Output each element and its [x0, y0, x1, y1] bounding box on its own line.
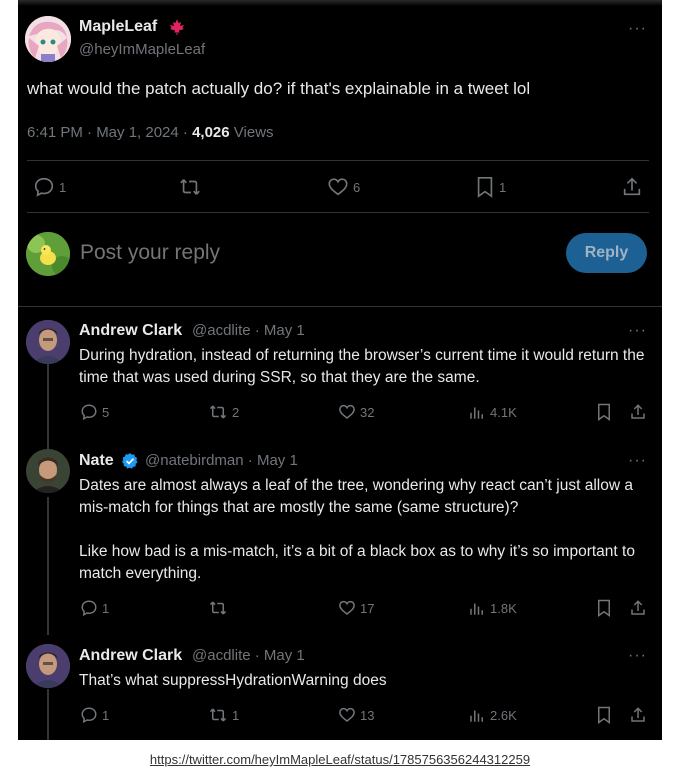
thread-line [47, 689, 49, 740]
bookmark-icon [598, 599, 610, 617]
more-options-icon[interactable]: ··· [628, 453, 647, 469]
like-count: 17 [360, 600, 375, 616]
my-avatar[interactable] [26, 232, 70, 276]
reply-action[interactable]: 1 [33, 176, 66, 198]
author-name[interactable]: MapleLeaf [79, 18, 157, 36]
bookmark-action[interactable] [596, 599, 612, 617]
reply-text: Dates are almost always a leaf of the tr… [79, 477, 635, 582]
reply-button[interactable]: Reply [566, 233, 647, 273]
bookmark-icon [598, 706, 610, 724]
views-count: 2.6K [490, 707, 517, 723]
reply-author-meta[interactable]: @acdlite · May 1 [192, 647, 305, 664]
reply-icon [81, 600, 97, 617]
bookmark-action[interactable]: 1 [475, 176, 506, 198]
author-avatar[interactable] [25, 16, 71, 62]
divider [27, 160, 649, 161]
tweet-panel: MapleLeaf @heyImMapleLeaf ··· what would… [18, 0, 662, 740]
share-action[interactable] [629, 706, 647, 724]
reply-text: That’s what suppressHydrationWarning doe… [79, 672, 387, 689]
share-icon [631, 707, 645, 722]
reply-avatar[interactable] [26, 320, 70, 364]
analytics-icon [470, 710, 483, 722]
heart-icon [328, 178, 348, 196]
tweet-text: what would the patch actually do? if tha… [27, 79, 531, 98]
like-action[interactable]: 32 [338, 403, 374, 421]
views-count: 4.1K [490, 404, 517, 420]
retweet-action[interactable] [208, 599, 232, 617]
reply-count: 5 [102, 404, 110, 420]
reply-count: 1 [102, 600, 110, 616]
bookmark-count: 1 [499, 179, 507, 195]
reply-avatar[interactable] [26, 644, 70, 688]
retweet-count: 2 [232, 404, 240, 420]
views-action[interactable]: 2.6K [468, 706, 517, 724]
analytics-icon [470, 603, 483, 615]
like-action[interactable]: 6 [327, 176, 360, 198]
reply-avatar[interactable] [26, 449, 70, 493]
timestamp[interactable]: 6:41 PM · May 1, 2024 · [27, 124, 192, 141]
heart-icon [339, 600, 355, 615]
more-options-icon[interactable]: ··· [628, 21, 647, 37]
analytics-icon [470, 407, 483, 419]
retweet-action[interactable]: 1 [208, 706, 239, 724]
share-action[interactable] [629, 599, 647, 617]
thread-line [47, 364, 49, 449]
share-icon [623, 177, 641, 196]
divider [18, 306, 662, 307]
reply-author-meta[interactable]: @natebirdman · May 1 [145, 452, 298, 469]
reply-author-meta[interactable]: @acdlite · May 1 [192, 322, 305, 339]
thread-line [47, 497, 49, 635]
bookmark-icon [598, 403, 610, 421]
bookmark-icon [477, 177, 493, 198]
retweet-icon [209, 708, 227, 722]
reply-icon [81, 707, 97, 724]
share-action[interactable] [621, 176, 643, 198]
like-count: 13 [360, 707, 375, 723]
views-count: 4,026 [192, 124, 230, 141]
top-fade [18, 0, 662, 6]
retweet-count: 1 [232, 707, 240, 723]
heart-icon [339, 404, 355, 419]
reply-author-name[interactable]: Nate [79, 452, 114, 470]
tweet-meta: 6:41 PM · May 1, 2024 · 4,026 Views [27, 124, 274, 141]
more-options-icon[interactable]: ··· [628, 323, 647, 339]
views-count: 1.8K [490, 600, 517, 616]
retweet-action[interactable]: 2 [208, 403, 239, 421]
retweet-icon [180, 179, 200, 195]
reply-action[interactable]: 1 [80, 599, 109, 617]
views-action[interactable]: 4.1K [468, 403, 517, 421]
reply-action[interactable]: 1 [80, 706, 109, 724]
like-count: 32 [360, 404, 375, 420]
source-url[interactable]: https://twitter.com/heyImMapleLeaf/statu… [0, 752, 680, 767]
reply-author-name[interactable]: Andrew Clark [79, 322, 182, 340]
author-handle[interactable]: @heyImMapleLeaf [79, 41, 205, 58]
share-action[interactable] [629, 403, 647, 421]
like-action[interactable]: 13 [338, 706, 374, 724]
share-icon [631, 404, 645, 419]
more-options-icon[interactable]: ··· [628, 648, 647, 664]
retweet-icon [209, 601, 227, 615]
like-action[interactable]: 17 [338, 599, 374, 617]
verified-badge-icon [121, 452, 139, 475]
reply-input[interactable] [80, 238, 540, 268]
retweet-icon [209, 405, 227, 419]
reply-count: 1 [59, 179, 67, 195]
reply-author-name[interactable]: Andrew Clark [79, 647, 182, 665]
like-count: 6 [353, 179, 361, 195]
reply-action[interactable]: 5 [80, 403, 109, 421]
heart-icon [339, 707, 355, 722]
reply-text: During hydration, instead of returning t… [79, 347, 645, 386]
share-icon [631, 600, 645, 615]
reply-count: 1 [102, 707, 110, 723]
bookmark-action[interactable] [596, 706, 612, 724]
bookmark-action[interactable] [596, 403, 612, 421]
reply-icon [34, 177, 54, 197]
views-action[interactable]: 1.8K [468, 599, 517, 617]
reply-icon [81, 404, 97, 421]
views-label: Views [233, 124, 274, 141]
divider [27, 212, 649, 213]
retweet-action[interactable] [178, 176, 202, 198]
maple-leaf-flag-icon [168, 18, 186, 41]
